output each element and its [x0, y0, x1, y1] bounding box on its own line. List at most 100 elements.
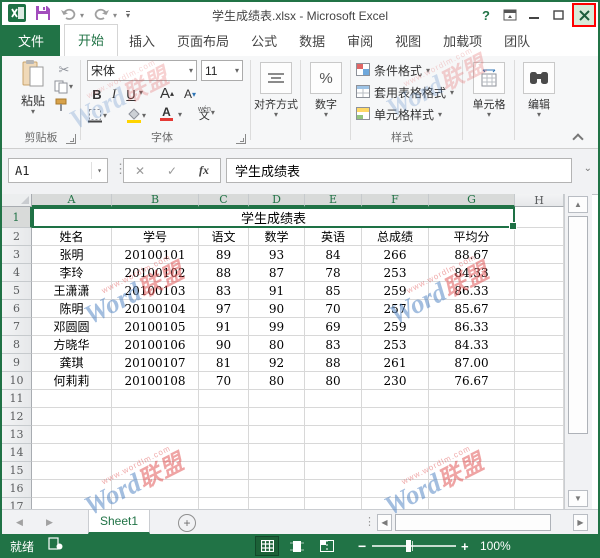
ribbon-tab-页面布局[interactable]: 页面布局: [166, 26, 240, 56]
cell[interactable]: 80: [305, 372, 362, 390]
scroll-down-icon[interactable]: ▼: [568, 490, 588, 507]
cell[interactable]: [362, 390, 429, 408]
shrink-font-button[interactable]: A▾: [184, 87, 196, 101]
customize-qat-icon[interactable]: ▾: [126, 11, 130, 19]
cell[interactable]: 91: [199, 318, 249, 336]
row-header-7[interactable]: 7: [2, 318, 32, 336]
cell[interactable]: [112, 426, 199, 444]
cell-styles-button[interactable]: 单元格样式 ▾: [356, 106, 442, 123]
cell[interactable]: [305, 480, 362, 498]
insert-function-button[interactable]: fx: [199, 163, 209, 178]
minimize-button[interactable]: [524, 4, 544, 26]
sheet-tab-sheet1[interactable]: Sheet1: [88, 510, 150, 534]
cell[interactable]: 253: [362, 336, 429, 354]
cell[interactable]: 88: [305, 354, 362, 372]
cell[interactable]: 81: [199, 354, 249, 372]
cell[interactable]: [305, 408, 362, 426]
column-header-G[interactable]: G: [429, 194, 515, 207]
cell[interactable]: [515, 444, 564, 462]
macro-record-icon[interactable]: [48, 537, 63, 555]
cell[interactable]: [362, 408, 429, 426]
column-header-E[interactable]: E: [305, 194, 362, 207]
column-header-C[interactable]: C: [199, 194, 249, 207]
cell[interactable]: [515, 426, 564, 444]
cell[interactable]: [515, 498, 564, 509]
zoom-in-button[interactable]: +: [461, 539, 469, 554]
cell[interactable]: 88.67: [429, 246, 515, 264]
cell[interactable]: 257: [362, 300, 429, 318]
cell[interactable]: 69: [305, 318, 362, 336]
font-color-button[interactable]: A: [160, 106, 173, 121]
cell[interactable]: 90: [199, 336, 249, 354]
cell[interactable]: 英语: [305, 228, 362, 246]
fill-handle[interactable]: [509, 222, 517, 230]
cell[interactable]: 86.33: [429, 282, 515, 300]
ribbon-tab-数据[interactable]: 数据: [288, 26, 336, 56]
cell[interactable]: [32, 480, 112, 498]
cell[interactable]: 80: [249, 372, 305, 390]
ribbon-tab-加载项[interactable]: 加载项: [432, 26, 493, 56]
cell[interactable]: 87: [249, 264, 305, 282]
column-header-F[interactable]: F: [362, 194, 429, 207]
column-header-A[interactable]: A: [32, 194, 112, 207]
cell[interactable]: [249, 426, 305, 444]
cell[interactable]: [249, 408, 305, 426]
row-header-6[interactable]: 6: [2, 300, 32, 318]
cell[interactable]: [515, 372, 564, 390]
cell[interactable]: [515, 408, 564, 426]
cell[interactable]: 陈明: [32, 300, 112, 318]
cell[interactable]: 85.67: [429, 300, 515, 318]
row-header-8[interactable]: 8: [2, 336, 32, 354]
zoom-out-button[interactable]: −: [358, 538, 366, 554]
undo-dropdown-icon[interactable]: ▾: [80, 11, 84, 20]
new-sheet-button[interactable]: +: [178, 514, 196, 532]
row-header-14[interactable]: 14: [2, 444, 32, 462]
cell[interactable]: 20100102: [112, 264, 199, 282]
cell[interactable]: 84.33: [429, 264, 515, 282]
cell[interactable]: [429, 462, 515, 480]
ribbon-tab-开始[interactable]: 开始: [64, 24, 118, 56]
cut-button[interactable]: ✂: [54, 62, 74, 78]
ribbon-tab-插入[interactable]: 插入: [118, 26, 166, 56]
cell[interactable]: [199, 426, 249, 444]
cell[interactable]: [429, 498, 515, 509]
cell[interactable]: [32, 498, 112, 509]
cell[interactable]: [112, 408, 199, 426]
horizontal-scrollbar[interactable]: [393, 514, 571, 531]
cell[interactable]: [32, 408, 112, 426]
cell[interactable]: [362, 480, 429, 498]
cell[interactable]: [112, 444, 199, 462]
underline-button[interactable]: U: [124, 85, 138, 103]
cell[interactable]: [199, 462, 249, 480]
redo-dropdown-icon[interactable]: ▾: [113, 11, 117, 20]
cell[interactable]: 20100108: [112, 372, 199, 390]
cell[interactable]: [515, 246, 564, 264]
cell[interactable]: 85: [305, 282, 362, 300]
row-header-13[interactable]: 13: [2, 426, 32, 444]
cell[interactable]: [515, 390, 564, 408]
row-header-3[interactable]: 3: [2, 246, 32, 264]
cell[interactable]: [515, 336, 564, 354]
format-as-table-button[interactable]: 套用表格格式 ▾: [356, 84, 454, 101]
row-header-5[interactable]: 5: [2, 282, 32, 300]
cell[interactable]: [515, 207, 564, 228]
cell[interactable]: 97: [199, 300, 249, 318]
expand-formula-bar-icon[interactable]: ⌄: [584, 163, 592, 174]
cell[interactable]: [305, 426, 362, 444]
cell[interactable]: 91: [249, 282, 305, 300]
cell[interactable]: 253: [362, 264, 429, 282]
horizontal-scroll-thumb[interactable]: [395, 514, 551, 531]
cell[interactable]: [199, 444, 249, 462]
cell[interactable]: [362, 462, 429, 480]
cell[interactable]: 张明: [32, 246, 112, 264]
conditional-formatting-button[interactable]: 条件格式 ▾: [356, 62, 430, 79]
cell[interactable]: 邓圆圆: [32, 318, 112, 336]
borders-button[interactable]: ▾: [88, 108, 107, 123]
cell[interactable]: [32, 390, 112, 408]
cell[interactable]: [515, 480, 564, 498]
undo-button[interactable]: [60, 6, 77, 25]
cell[interactable]: 86.33: [429, 318, 515, 336]
page-layout-view-button[interactable]: [285, 536, 309, 556]
cell[interactable]: [32, 462, 112, 480]
ribbon-display-options-button[interactable]: [500, 4, 520, 26]
